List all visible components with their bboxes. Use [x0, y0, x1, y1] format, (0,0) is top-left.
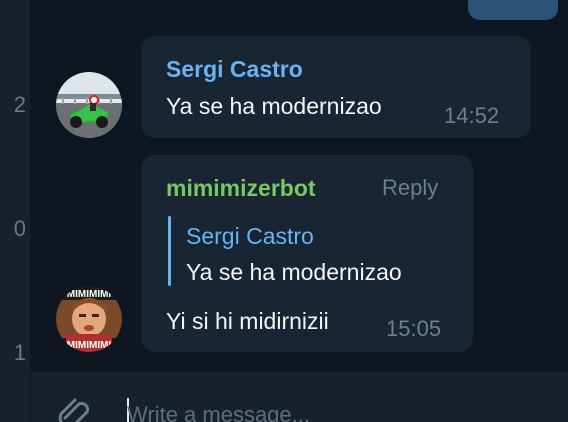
motorcycle-avatar[interactable] — [56, 72, 122, 138]
message-time: 15:05 — [386, 316, 442, 341]
quote-bar — [168, 216, 171, 286]
unread-count: 2 — [13, 92, 26, 117]
svg-text:MIMIMIMI: MIMIMIMI — [67, 340, 112, 351]
unread-count: 1 — [13, 340, 26, 365]
outgoing-message-bubble[interactable] — [468, 0, 558, 20]
message-composer: Write a message... — [31, 372, 568, 422]
message-time: 14:52 — [444, 103, 500, 128]
mimimi-avatar[interactable]: MIMIMIMI MIMIMIMI — [56, 286, 122, 352]
message-bubble[interactable]: mimimizerbot Reply Sergi Castro Ya se ha… — [141, 155, 473, 352]
svg-text:MIMIMIMI: MIMIMIMI — [67, 289, 112, 300]
message-input[interactable]: Write a message... — [127, 402, 310, 422]
quoted-message-text[interactable]: Ya se ha modernizao — [186, 259, 402, 286]
paperclip-icon[interactable] — [55, 392, 95, 422]
chat-window: 2 0 1 Sergi Castro Ya se ha modernizao 1… — [0, 0, 568, 422]
message-list[interactable]: Sergi Castro Ya se ha modernizao 14:52 M… — [31, 0, 568, 372]
message-text: Ya se ha modernizao — [166, 93, 382, 119]
sender-name[interactable]: mimimizerbot — [166, 175, 316, 202]
chat-list-sidebar[interactable]: 2 0 1 — [0, 0, 31, 422]
message-text: Yi si hi midirnizii — [166, 308, 329, 334]
unread-count: 0 — [13, 216, 26, 241]
quoted-sender-name[interactable]: Sergi Castro — [186, 223, 314, 250]
sender-name[interactable]: Sergi Castro — [166, 56, 303, 83]
reply-button[interactable]: Reply — [382, 175, 438, 201]
message-bubble[interactable]: Sergi Castro Ya se ha modernizao 14:52 — [141, 36, 531, 138]
